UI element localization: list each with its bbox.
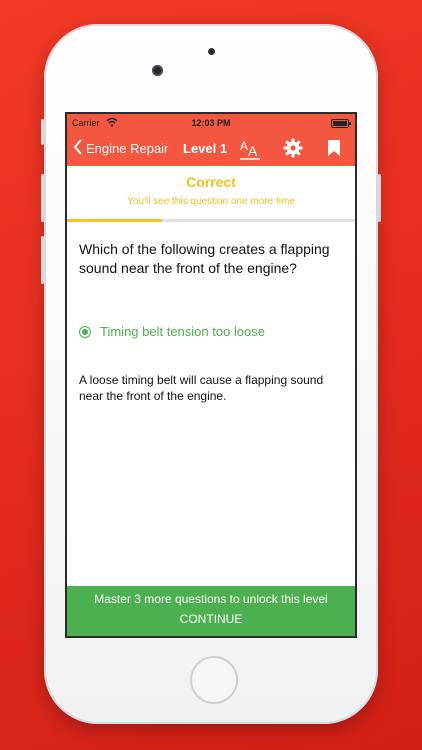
question-text: Which of the following creates a flappin… [79,241,330,276]
progress-bar [67,219,163,222]
svg-text:A: A [240,139,248,153]
speaker-dot [208,48,215,55]
status-time: 12:03 PM [191,118,231,128]
result-title: Correct [186,174,236,190]
mute-switch [41,119,44,145]
explanation-text: A loose timing belt will cause a flappin… [79,373,324,403]
radio-selected-icon [79,325,91,338]
volume-up-button [41,174,44,222]
back-label: Engine Repair [86,141,169,156]
answer-label: Timing belt tension too loose [100,324,266,339]
volume-down-button [41,236,44,284]
answer-option[interactable]: Timing belt tension too loose [79,324,265,339]
bookmark-icon[interactable] [327,139,341,162]
home-button[interactable] [190,656,238,704]
app-screen: Carrier 12:03 PM Engine Repair Level 1 A… [65,112,357,638]
power-button [378,174,381,222]
progress-track [67,219,355,222]
continue-button[interactable]: Master 3 more questions to unlock this l… [67,586,355,636]
gear-icon[interactable] [283,138,303,163]
chevron-left-icon [73,139,83,158]
battery-icon [331,119,351,128]
result-banner: Correct You'll see this question one mor… [67,174,355,207]
nav-bar: Engine Repair Level 1 A A [67,132,355,166]
back-button[interactable]: Engine Repair [73,139,168,158]
status-bar: Carrier 12:03 PM [67,114,355,132]
level-title: Level 1 [183,141,228,156]
continue-label: CONTINUE [179,612,243,626]
unlock-message: Master 3 more questions to unlock this l… [94,592,328,606]
svg-text:A: A [248,143,258,159]
front-camera [152,65,163,76]
font-size-icon[interactable]: A A [239,137,261,166]
result-subtitle: You'll see this question one more time [127,196,295,207]
